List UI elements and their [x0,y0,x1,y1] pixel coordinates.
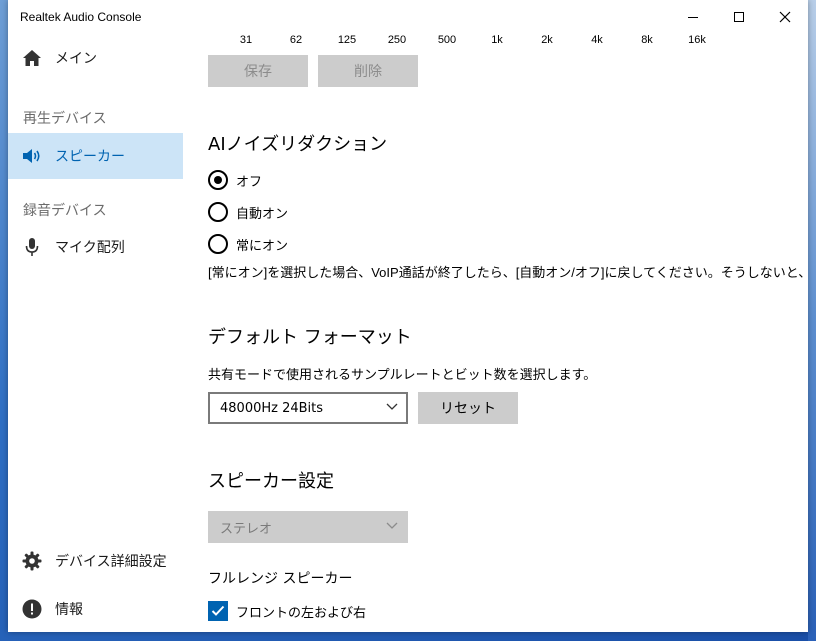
front-left-right-option[interactable]: フロントの左および右 [208,600,366,622]
noise-reduction-note: [常にオン]を選択した場合、VoIP通話が終了したら、[自動オン/オフ]に戻して… [208,265,808,280]
radio-button[interactable] [208,234,228,254]
close-button[interactable] [762,0,808,34]
radio-auto-on[interactable]: 自動オン [208,201,288,223]
eq-delete-button[interactable]: 削除 [318,55,418,87]
recording-devices-header: 録音デバイス [23,203,107,219]
eq-frequency-label: 4k [591,34,603,46]
default-format-title: デフォルト フォーマット [208,327,412,348]
front-left-right-checkbox[interactable] [208,601,228,621]
checkbox-label: フロントの左および右 [236,605,367,621]
playback-devices-header: 再生デバイス [23,111,107,127]
eq-frequency-label: 2k [541,34,553,46]
speaker-config-value: ステレオ [220,521,273,537]
radio-button[interactable] [208,170,228,190]
minimize-button[interactable] [670,0,716,34]
sidebar-item-device-advanced-settings[interactable]: デバイス詳細設定 [8,538,183,584]
noise-reduction-title: AIノイズリダクション [208,134,388,155]
maximize-button[interactable] [716,0,762,34]
eq-frequency-label: 8k [641,34,653,46]
close-icon [779,11,791,23]
radio-off[interactable]: オフ [208,169,262,191]
radio-label: オフ [236,174,263,190]
eq-frequency-label: 250 [387,34,407,46]
sidebar-item-info[interactable]: 情報 [8,586,183,632]
desktop-background [808,0,816,641]
radio-label: 自動オン [236,206,289,222]
equalizer-frequency-labels: 31 62 125 250 500 1k 2k 4k 8k 16k [208,34,728,48]
eq-frequency-label: 500 [437,34,457,46]
sidebar-item-label: スピーカー [55,149,125,165]
radio-always-on[interactable]: 常にオン [208,233,288,255]
eq-frequency-label: 16k [688,34,706,46]
eq-frequency-label: 62 [289,34,303,46]
gear-icon [22,551,42,571]
eq-save-button[interactable]: 保存 [208,55,308,87]
sidebar-item-label: 情報 [55,602,83,618]
app-title: Realtek Audio Console [20,10,142,24]
speaker-settings-title: スピーカー設定 [208,471,334,492]
sidebar-item-label: マイク配列 [55,240,125,256]
fullrange-speakers-title: フルレンジ スピーカー [208,571,353,587]
minimize-icon [688,16,698,18]
sample-rate-value: 48000Hz 24Bits [220,400,324,416]
sidebar-item-mic-array[interactable]: マイク配列 [8,224,183,270]
home-icon [22,48,42,68]
chevron-down-icon [386,403,398,410]
microphone-icon [22,237,42,257]
sidebar-item-main[interactable]: メイン [8,35,183,81]
default-format-description: 共有モードで使用されるサンプルレートとビット数を選択します。 [208,368,597,383]
speaker-icon [22,146,42,166]
radio-button[interactable] [208,202,228,222]
sidebar-item-label: メイン [55,51,97,67]
sidebar-item-speaker[interactable]: スピーカー [8,133,183,179]
eq-frequency-label: 1k [491,34,503,46]
main-content: 31 62 125 250 500 1k 2k 4k 8k 16k 保存 削除 … [183,34,808,632]
format-reset-button[interactable]: リセット [418,392,518,424]
sidebar: メイン 再生デバイス スピーカー 録音デバイス マイク配列 デバイス詳細設定 情… [8,34,183,632]
speaker-config-select[interactable]: ステレオ [208,511,408,543]
sample-rate-select[interactable]: 48000Hz 24Bits [208,392,408,424]
sidebar-item-label: デバイス詳細設定 [55,554,167,570]
checkmark-icon [211,605,225,616]
title-bar[interactable]: Realtek Audio Console [8,0,808,34]
info-icon [22,599,42,619]
radio-selected-dot [214,176,222,184]
radio-label: 常にオン [236,238,289,254]
maximize-icon [734,12,744,22]
app-window: Realtek Audio Console メイン 再生デバイス スピーカー 録… [8,0,808,632]
eq-frequency-label: 125 [337,34,357,46]
chevron-down-icon [386,522,398,529]
eq-frequency-label: 31 [239,34,253,46]
